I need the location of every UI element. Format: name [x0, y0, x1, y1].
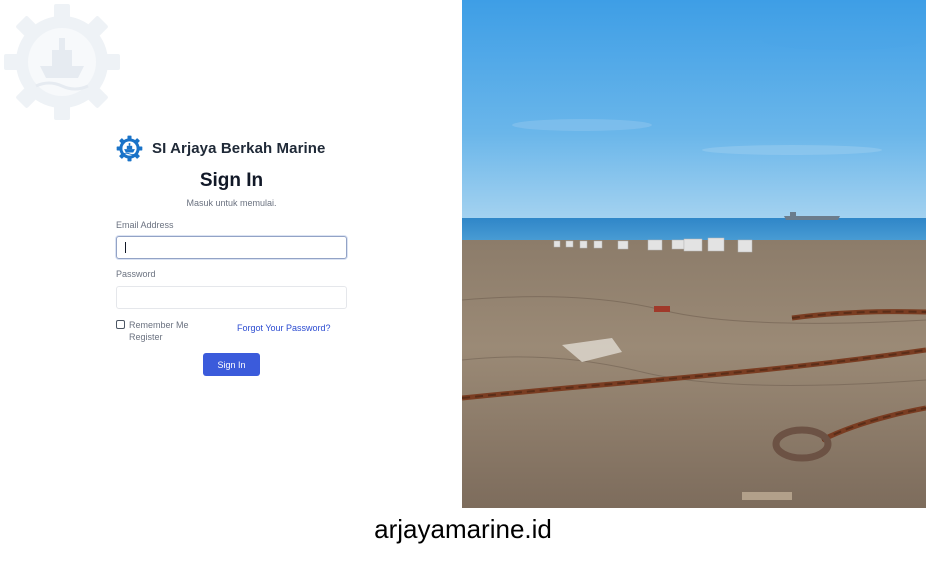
text-cursor — [125, 242, 126, 253]
login-panel: SI Arjaya Berkah Marine Sign In Masuk un… — [0, 0, 462, 508]
shipyard-photo — [462, 0, 926, 508]
email-label: Email Address — [116, 220, 174, 230]
remember-me-checkbox[interactable] — [116, 320, 125, 329]
remember-me-label[interactable]: Remember Me — [129, 319, 189, 332]
brand-name: SI Arjaya Berkah Marine — [152, 140, 326, 157]
ship-gear-logo-icon — [116, 135, 143, 162]
password-field[interactable] — [116, 286, 347, 309]
email-field[interactable] — [116, 236, 347, 259]
password-label: Password — [116, 269, 156, 279]
shipyard-photo-image — [462, 0, 926, 508]
page-title: Sign In — [199, 170, 264, 191]
site-caption: arjayamarine.id — [374, 514, 552, 544]
register-link[interactable]: Register — [129, 332, 163, 342]
forgot-password-link[interactable]: Forgot Your Password? — [237, 323, 331, 333]
brand: SI Arjaya Berkah Marine — [116, 135, 326, 162]
page-subtitle: Masuk untuk memulai. — [186, 198, 277, 208]
sign-in-button[interactable]: Sign In — [203, 353, 260, 376]
